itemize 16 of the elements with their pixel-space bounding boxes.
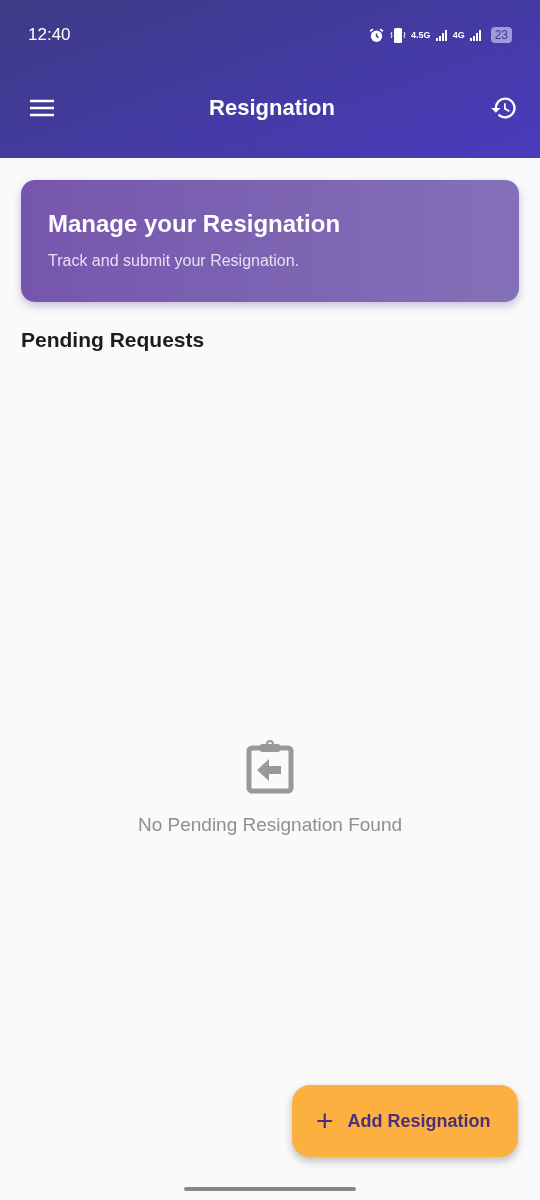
network-label: 4.5G	[411, 30, 431, 40]
banner-title: Manage your Resignation	[48, 210, 342, 238]
empty-message: No Pending Resignation Found	[137, 814, 403, 836]
signal-icon	[469, 29, 482, 41]
menu-button[interactable]	[30, 99, 54, 117]
clipboard-icon	[245, 740, 295, 794]
status-time: 12:40	[28, 25, 71, 45]
battery-indicator: 23	[490, 27, 512, 43]
network-label: 4G	[452, 30, 465, 40]
section-title: Pending Requests	[21, 328, 206, 352]
screen-title: Resignation	[209, 95, 335, 121]
vibrate-icon	[390, 26, 407, 44]
signal-icon	[435, 29, 448, 41]
banner-subtitle: Track and submit your Resignation.	[48, 252, 301, 270]
alarm-icon	[368, 26, 386, 44]
add-resignation-button[interactable]: + Add Resignation	[292, 1085, 518, 1157]
